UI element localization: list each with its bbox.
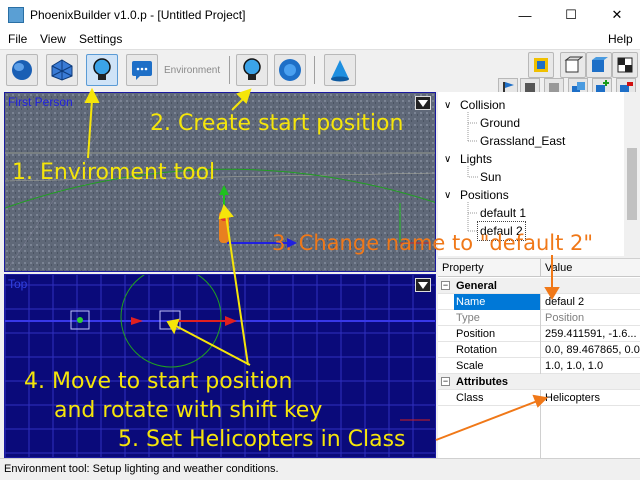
property-row-position[interactable]: Position 259.411591, -1.6... xyxy=(438,326,640,342)
top-viewport[interactable]: Top xyxy=(4,274,436,458)
property-grid: Property Value − General Name defaul 2 T… xyxy=(438,258,640,459)
collapse-icon[interactable]: − xyxy=(441,281,450,290)
menu-file[interactable]: File xyxy=(8,32,27,46)
toolbar-separator xyxy=(229,56,230,84)
lighting-button[interactable] xyxy=(528,52,554,78)
cone-icon xyxy=(331,60,349,82)
value-column-header[interactable]: Value xyxy=(540,259,640,277)
property-column-header[interactable]: Property xyxy=(442,259,540,275)
collapse-icon[interactable]: − xyxy=(441,377,450,386)
chat-tool-button[interactable] xyxy=(126,54,158,86)
first-person-viewport[interactable]: First Person xyxy=(4,92,436,272)
property-value[interactable]: 259.411591, -1.6... xyxy=(540,326,640,342)
tree-connector-lines xyxy=(467,112,478,232)
property-value[interactable]: 1.0, 1.0, 1.0 xyxy=(540,358,640,374)
category-attributes[interactable]: − Attributes xyxy=(438,374,640,390)
maximize-button[interactable]: ☐ xyxy=(548,0,594,30)
viewport-menu-button[interactable] xyxy=(415,96,431,110)
property-value[interactable]: 0.0, 89.467865, 0.0 xyxy=(540,342,640,358)
scene-tree: ∨ Collision Ground Grassland_East ∨ Ligh… xyxy=(438,92,624,256)
environment-label: Environment xyxy=(164,65,221,76)
title-bar: PhoenixBuilder v1.0.p - [Untitled Projec… xyxy=(0,0,640,30)
bulb-icon xyxy=(93,58,111,80)
gear-icon xyxy=(279,59,301,81)
menu-bar: File View Settings Help xyxy=(0,30,640,50)
scene-render xyxy=(5,93,435,271)
app-icon xyxy=(8,7,24,23)
property-name: Scale xyxy=(456,360,484,372)
property-row-scale[interactable]: Scale 1.0, 1.0, 1.0 xyxy=(438,358,640,374)
top-grid-render xyxy=(5,275,435,457)
close-button[interactable]: ✕ xyxy=(594,0,640,30)
tree-scrollbar[interactable] xyxy=(624,92,640,256)
mesh-tool-button[interactable] xyxy=(46,54,78,86)
menu-settings[interactable]: Settings xyxy=(79,32,122,46)
property-row-type[interactable]: Type Position xyxy=(438,310,640,326)
category-label: General xyxy=(456,280,497,292)
cube-blue-icon xyxy=(592,57,608,72)
viewport-label-top: Top xyxy=(8,277,28,291)
property-name: Type xyxy=(456,312,480,324)
menu-help[interactable]: Help xyxy=(608,32,633,46)
category-label: Attributes xyxy=(456,376,508,388)
property-name: Rotation xyxy=(456,344,497,356)
cone-tool-button[interactable] xyxy=(324,54,356,86)
property-header-row: Property Value xyxy=(438,259,640,277)
globe-icon xyxy=(12,60,32,80)
property-row-rotation[interactable]: Rotation 0.0, 89.467865, 0.0 xyxy=(438,342,640,358)
cube-solid-button[interactable] xyxy=(586,52,612,78)
globe-tool-button[interactable] xyxy=(6,54,38,86)
bulb-create-icon xyxy=(243,58,261,80)
cube-textured-button[interactable] xyxy=(612,52,638,78)
lighting-icon xyxy=(534,58,548,72)
status-bar: Environment tool: Setup lighting and wea… xyxy=(0,458,640,480)
property-name: Position xyxy=(456,328,496,340)
chevron-down-icon xyxy=(418,281,428,289)
mesh-icon xyxy=(51,59,73,81)
toolbar-separator xyxy=(314,56,315,84)
column-divider xyxy=(540,406,541,459)
viewport-menu-button[interactable] xyxy=(415,278,431,292)
toolbar: Environment xyxy=(0,50,640,98)
chat-icon xyxy=(132,61,152,80)
cube-checker-icon xyxy=(617,57,633,73)
cube-wire-button[interactable] xyxy=(560,52,586,78)
status-text: Environment tool: Setup lighting and wea… xyxy=(4,463,279,475)
property-value-name-field[interactable]: defaul 2 xyxy=(540,294,640,310)
environment-tool-button[interactable] xyxy=(86,54,118,86)
tree-scroll-thumb[interactable] xyxy=(627,148,637,220)
minimize-button[interactable]: — xyxy=(502,0,548,30)
menu-view[interactable]: View xyxy=(40,32,66,46)
property-value: Position xyxy=(540,310,640,326)
property-row-name[interactable]: Name defaul 2 xyxy=(438,294,640,310)
category-general[interactable]: − General xyxy=(438,278,640,294)
property-row-class[interactable]: Class Helicopters xyxy=(438,390,640,406)
viewport-label-first-person: First Person xyxy=(8,95,73,109)
gear-tool-button[interactable] xyxy=(274,54,306,86)
property-value-class-field[interactable]: Helicopters xyxy=(540,390,640,406)
window-title: PhoenixBuilder v1.0.p - [Untitled Projec… xyxy=(30,8,246,22)
cube-icon xyxy=(564,56,583,73)
create-position-button[interactable] xyxy=(236,54,268,86)
property-name: Class xyxy=(456,392,484,404)
chevron-down-icon xyxy=(418,99,428,107)
property-name: Name xyxy=(454,294,540,310)
